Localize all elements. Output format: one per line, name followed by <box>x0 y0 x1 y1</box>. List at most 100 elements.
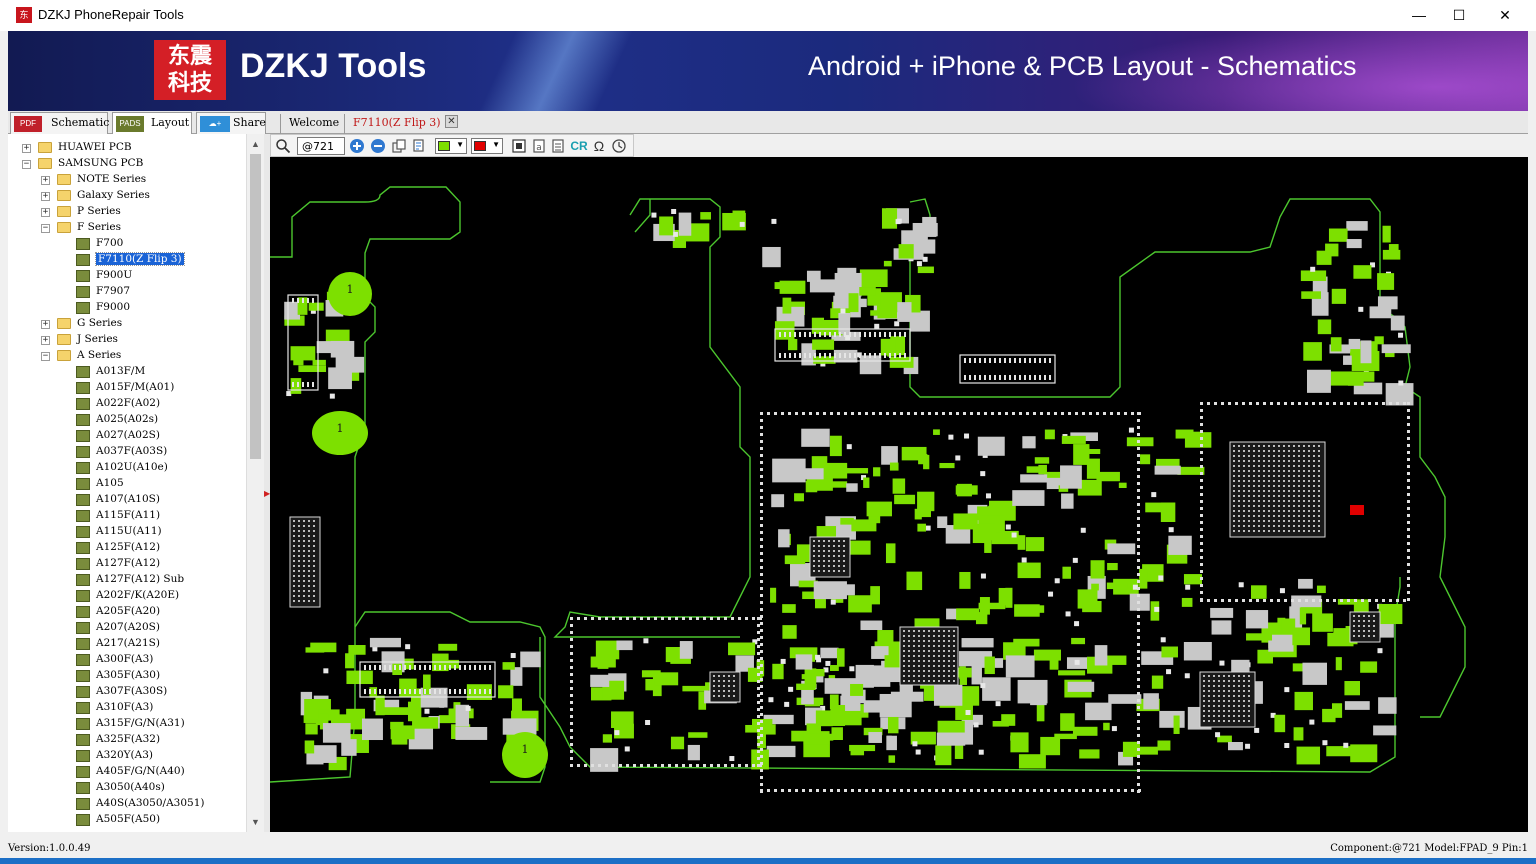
scroll-up-icon[interactable]: ▲ <box>247 136 264 152</box>
tree-item[interactable]: A315F/G/N(A31) <box>8 716 246 732</box>
tab-schematic[interactable]: PDF Schematic <box>10 112 110 134</box>
pcb-pin <box>1245 743 1251 749</box>
tree-item[interactable]: A40S(A3050/A3051) <box>8 796 246 812</box>
tree-item[interactable]: A325F(A32) <box>8 732 246 748</box>
copy-view-icon[interactable] <box>411 138 427 154</box>
tree-item[interactable]: A125F(A12) <box>8 540 246 556</box>
bga-ball <box>1268 460 1270 462</box>
expand-icon[interactable]: + <box>41 176 50 185</box>
pcb-layout-canvas[interactable]: 1 1 1 <box>270 157 1528 832</box>
tree-folder[interactable]: − SAMSUNG PCB <box>8 156 246 172</box>
tree-item[interactable]: F7110(Z Flip 3) <box>8 252 246 268</box>
tab-share[interactable]: ☁+ Share <box>196 112 266 134</box>
pcb-pad <box>688 732 708 738</box>
tree-item[interactable]: A307F(A30S) <box>8 684 246 700</box>
layer-toggle-icon[interactable] <box>511 138 527 154</box>
tree-item[interactable]: A405F/G/N(A40) <box>8 764 246 780</box>
bga-ball <box>1233 530 1235 532</box>
tab-layout[interactable]: PADS Layout <box>112 112 192 134</box>
tree-item[interactable]: A127F(A12) <box>8 556 246 572</box>
tree-item[interactable]: F900U <box>8 268 246 284</box>
tree-folder[interactable]: + G Series <box>8 316 246 332</box>
maximize-button[interactable]: ☐ <box>1436 0 1482 31</box>
pad-color-dropdown[interactable]: ▼ <box>435 138 467 154</box>
fit-view-icon[interactable] <box>391 138 407 154</box>
tree-item[interactable]: A127F(A12) Sub <box>8 572 246 588</box>
tree-folder[interactable]: + P Series <box>8 204 246 220</box>
tree-item[interactable]: A022F(A02) <box>8 396 246 412</box>
tree-item[interactable]: A102U(A10e) <box>8 460 246 476</box>
close-button[interactable]: ✕ <box>1482 0 1528 31</box>
shield-dot <box>1137 720 1140 723</box>
tree-folder[interactable]: + NOTE Series <box>8 172 246 188</box>
tree-folder[interactable]: − F Series <box>8 220 246 236</box>
rotate-icon[interactable] <box>611 138 627 154</box>
pcb-pad <box>1181 597 1193 607</box>
scroll-thumb[interactable] <box>250 154 261 459</box>
shield-dot <box>1137 545 1140 548</box>
pcb-part <box>1268 634 1294 652</box>
collapse-icon[interactable]: − <box>22 160 31 169</box>
tree-item[interactable]: A207(A20S) <box>8 620 246 636</box>
pcb-part <box>1360 340 1372 364</box>
scroll-down-icon[interactable]: ▼ <box>247 814 264 830</box>
tree-item[interactable]: A107(A10S) <box>8 492 246 508</box>
tree-item[interactable]: F700 <box>8 236 246 252</box>
collapse-icon[interactable]: − <box>41 224 50 233</box>
tree-item[interactable]: A205F(A20) <box>8 604 246 620</box>
shield-dot <box>963 412 966 415</box>
magnifier-icon[interactable] <box>275 138 291 154</box>
tree-item[interactable]: A105 <box>8 476 246 492</box>
collapse-icon[interactable]: − <box>41 352 50 361</box>
expand-icon[interactable]: + <box>22 144 31 153</box>
tree-item[interactable]: A310F(A3) <box>8 700 246 716</box>
tree-item[interactable]: A027(A02S) <box>8 428 246 444</box>
bga-ball <box>818 570 820 572</box>
tree-item[interactable]: A015F/M(A01) <box>8 380 246 396</box>
tree-item[interactable]: A025(A02s) <box>8 412 246 428</box>
shield-dot <box>605 764 608 767</box>
tree-folder[interactable]: + Galaxy Series <box>8 188 246 204</box>
highlight-color-dropdown[interactable]: ▼ <box>471 138 503 154</box>
bga-ball <box>728 680 730 682</box>
tree-item[interactable]: A037F(A03S) <box>8 444 246 460</box>
shield-dot <box>1407 556 1410 559</box>
tree-item[interactable]: A115U(A11) <box>8 524 246 540</box>
tree-item[interactable]: A115F(A11) <box>8 508 246 524</box>
tree-folder[interactable]: + HUAWEI PCB <box>8 140 246 156</box>
shield-dot <box>1407 465 1410 468</box>
bga-ball <box>918 635 920 637</box>
expand-icon[interactable]: + <box>41 336 50 345</box>
tree-folder[interactable]: − A Series <box>8 348 246 364</box>
tab-label: Schematic <box>51 116 110 129</box>
tree-scrollbar[interactable]: ▲ ▼ <box>246 134 264 832</box>
expand-icon[interactable]: + <box>41 208 50 217</box>
net-label-icon[interactable]: a <box>531 138 547 154</box>
cr-button[interactable]: CR <box>569 138 589 154</box>
tree-item[interactable]: A3050(A40s) <box>8 780 246 796</box>
tree-item[interactable]: A013F/M <box>8 364 246 380</box>
bga-ball <box>1298 505 1300 507</box>
expand-icon[interactable]: + <box>41 320 50 329</box>
tree-item[interactable]: A505F(A50) <box>8 812 246 828</box>
tree-item[interactable]: A300F(A3) <box>8 652 246 668</box>
component-search-input[interactable] <box>297 137 345 155</box>
tree-item[interactable]: A217(A21S) <box>8 636 246 652</box>
bga-ball <box>1268 505 1270 507</box>
tree-item[interactable]: A320Y(A3) <box>8 748 246 764</box>
ohm-button[interactable]: Ω <box>591 138 607 154</box>
close-tab-icon[interactable]: ✕ <box>445 115 458 128</box>
list-view-icon[interactable] <box>550 138 566 154</box>
expand-icon[interactable]: + <box>41 192 50 201</box>
doc-tab-welcome[interactable]: Welcome <box>280 114 344 134</box>
zoom-out-icon[interactable] <box>370 138 386 154</box>
tree-folder[interactable]: + J Series <box>8 332 246 348</box>
tree-item[interactable]: A305F(A30) <box>8 668 246 684</box>
tree-item[interactable]: F9000 <box>8 300 246 316</box>
zoom-in-icon[interactable] <box>349 138 365 154</box>
bga-ball <box>1308 455 1310 457</box>
tree-item[interactable]: A202F/K(A20E) <box>8 588 246 604</box>
tree-item[interactable]: F7907 <box>8 284 246 300</box>
shield-dot <box>598 617 601 620</box>
doc-tab-f7110[interactable]: F7110(Z Flip 3) <box>344 114 444 134</box>
